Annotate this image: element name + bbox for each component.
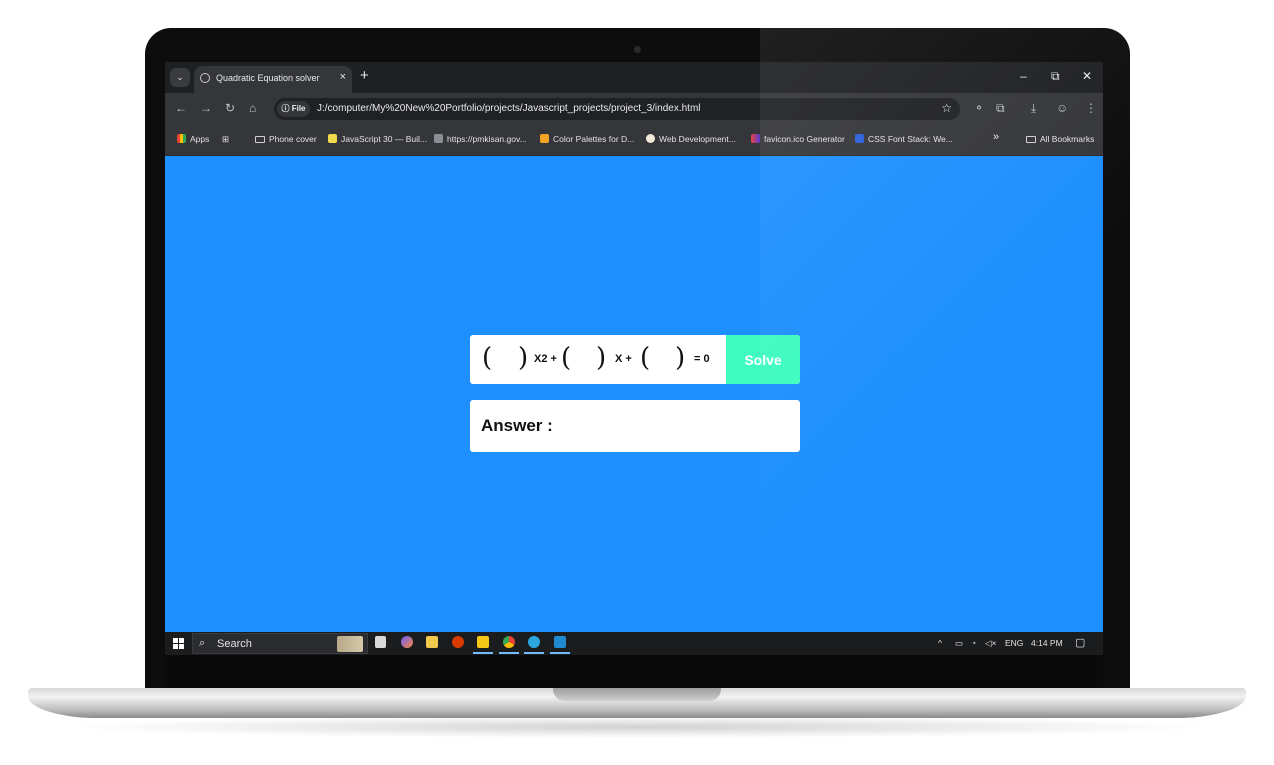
bookmark-apps[interactable]: Apps	[177, 134, 209, 144]
explorer-active-indicator	[473, 652, 493, 654]
address-bar[interactable]: ⓘ File J:/computer/My%20New%20Portfolio/…	[274, 98, 960, 120]
tray-overflow-icon[interactable]: ^	[938, 638, 942, 648]
coef-b-close-paren: )	[596, 343, 607, 373]
vscode-icon[interactable]	[554, 636, 566, 648]
tab-search-button[interactable]: ⌄	[170, 68, 190, 87]
solve-button[interactable]: Solve	[726, 335, 800, 384]
close-window-button[interactable]: ✕	[1082, 69, 1092, 83]
menu-kebab-icon[interactable]: ⋮	[1085, 101, 1097, 115]
store-icon[interactable]	[426, 636, 438, 648]
tab-title: Quadratic Equation solver	[216, 73, 320, 83]
volume-icon[interactable]: ◁×	[985, 638, 997, 649]
laptop-notch	[553, 688, 721, 701]
webcam	[634, 46, 641, 53]
equals-zero: = 0	[694, 353, 710, 365]
bookmark-css-font-stack[interactable]: CSS Font Stack: We...	[855, 134, 953, 144]
reload-icon[interactable]: ↻	[225, 101, 235, 115]
windows-start-icon[interactable]	[173, 638, 184, 649]
tab-bar: ⌄ Quadratic Equation solver × + – ⧉ ✕	[165, 62, 1103, 93]
browser-toolbar: ← → ↻ ⌂ ⓘ File J:/computer/My%20New%20Po…	[165, 93, 1103, 125]
js30-icon	[328, 134, 337, 143]
folder-icon	[255, 136, 265, 143]
answer-label: Answer :	[481, 416, 553, 435]
grid-icon[interactable]: ⊞	[222, 134, 229, 145]
new-tab-button[interactable]: +	[360, 68, 369, 84]
bookmark-star-icon[interactable]: ☆	[941, 101, 952, 115]
equation-form: ( ) X2 + ( ) X + ( ) = 0 Solve	[470, 335, 800, 384]
webdev-icon	[646, 134, 655, 143]
search-icon: ⌕	[199, 637, 206, 649]
coef-c-close-paren: )	[675, 343, 686, 373]
language-indicator[interactable]: ENG	[1005, 638, 1023, 648]
laptop-shadow	[60, 716, 1214, 738]
coef-a-input[interactable]	[494, 345, 516, 373]
bookmark-phone-cover[interactable]: Phone cover	[255, 134, 317, 144]
all-bookmarks-button[interactable]: All Bookmarks	[1026, 134, 1094, 144]
apps-grid-icon	[177, 134, 186, 143]
coef-c-input[interactable]	[652, 345, 673, 373]
screen: ⌄ Quadratic Equation solver × + – ⧉ ✕ ← …	[165, 62, 1103, 655]
windows-taskbar: ⌕ Search ^ ▭ ◔ ◁× ENG 4:14 PM ▢	[165, 632, 1103, 655]
telegram-icon[interactable]	[528, 636, 540, 648]
tab-quadratic-solver[interactable]: Quadratic Equation solver ×	[194, 66, 352, 93]
back-icon[interactable]: ←	[175, 101, 187, 115]
extension-icon[interactable]: ⚬	[974, 101, 984, 115]
site-info-chip[interactable]: ⓘ File	[277, 101, 310, 117]
powerpoint-icon[interactable]	[452, 636, 464, 648]
search-highlight-image	[337, 636, 363, 652]
pmkisan-icon	[434, 134, 443, 143]
wifi-icon[interactable]: ◔	[971, 638, 976, 648]
copilot-icon[interactable]	[401, 636, 413, 648]
bookmark-web-development[interactable]: Web Development...	[646, 134, 736, 144]
url-text[interactable]: J:/computer/My%20New%20Portfolio/project…	[317, 103, 701, 114]
taskbar-search[interactable]: ⌕ Search	[192, 633, 368, 654]
extensions-puzzle-icon[interactable]: ⧉	[996, 101, 1005, 116]
task-view-icon[interactable]	[375, 636, 386, 648]
telegram-active-indicator	[524, 652, 544, 654]
coef-c-open-paren: (	[640, 343, 651, 373]
home-icon[interactable]: ⌂	[249, 101, 256, 115]
search-label: Search	[217, 638, 252, 650]
vscode-active-indicator	[550, 652, 570, 654]
coef-a-close-paren: )	[518, 343, 529, 373]
bookmark-color-palettes[interactable]: Color Palettes for D...	[540, 134, 634, 144]
cssfontstack-icon	[855, 134, 864, 143]
coef-a-open-paren: (	[482, 343, 493, 373]
favicon-icon	[751, 134, 760, 143]
maximize-button[interactable]: ⧉	[1051, 69, 1060, 84]
x-term: X +	[615, 353, 632, 365]
chrome-icon[interactable]	[503, 636, 515, 648]
palette-icon	[540, 134, 549, 143]
bookmark-pmkisan[interactable]: https://pmkisan.gov...	[434, 134, 527, 144]
x-squared-term: X2 +	[534, 353, 557, 365]
coef-b-open-paren: (	[561, 343, 572, 373]
battery-icon[interactable]: ▭	[955, 638, 963, 649]
globe-icon	[200, 73, 210, 83]
chrome-active-indicator	[499, 652, 519, 654]
bookmark-javascript30[interactable]: JavaScript 30 — Buil...	[328, 134, 427, 144]
bookmark-favicon-generator[interactable]: favicon.ico Generator	[751, 134, 845, 144]
minimize-button[interactable]: –	[1020, 69, 1027, 83]
file-explorer-icon[interactable]	[477, 636, 489, 648]
folder-icon	[1026, 136, 1036, 143]
tab-close-icon[interactable]: ×	[340, 71, 346, 83]
coef-b-input[interactable]	[573, 345, 594, 373]
notification-icon[interactable]: ▢	[1075, 636, 1085, 649]
download-icon[interactable]: ⤓	[1031, 101, 1036, 116]
bookmarks-overflow-button[interactable]: »	[993, 131, 999, 143]
bookmarks-bar: Apps ⊞ Phone cover JavaScript 30 — Buil.…	[165, 125, 1103, 156]
forward-icon[interactable]: →	[200, 101, 212, 115]
laptop-bezel	[165, 655, 1103, 689]
profile-avatar-icon[interactable]: ☺	[1056, 101, 1068, 115]
answer-panel: Answer :	[470, 400, 800, 452]
clock[interactable]: 4:14 PM	[1031, 638, 1063, 648]
